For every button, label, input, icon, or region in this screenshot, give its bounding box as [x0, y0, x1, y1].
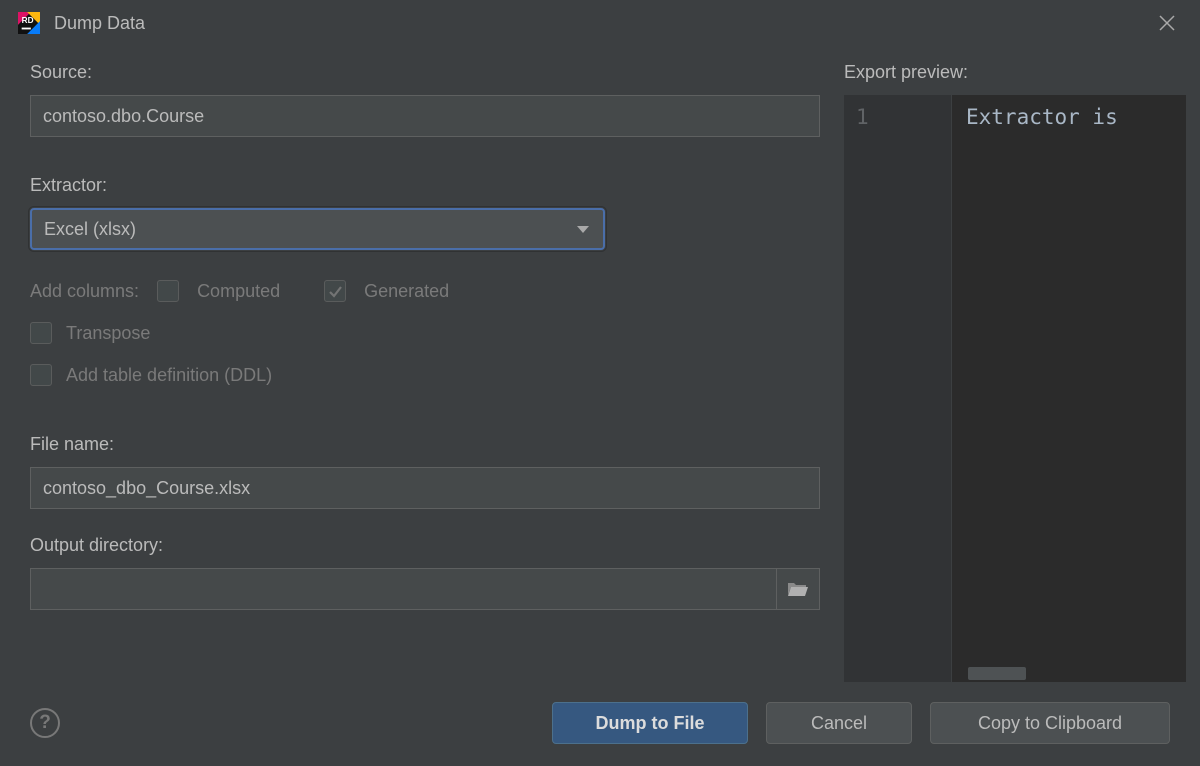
- computed-checkbox[interactable]: [157, 280, 179, 302]
- copy-to-clipboard-button[interactable]: Copy to Clipboard: [930, 702, 1170, 744]
- titlebar: RD Dump Data: [0, 0, 1200, 44]
- generated-checkbox[interactable]: [324, 280, 346, 302]
- browse-directory-button[interactable]: [776, 568, 820, 610]
- filename-label: File name:: [30, 434, 820, 455]
- preview-panel: Export preview: 1 Extractor is: [844, 62, 1186, 682]
- preview-line-number: 1: [856, 105, 937, 129]
- check-icon: [327, 283, 343, 299]
- transpose-row: Transpose: [30, 322, 820, 344]
- preview-editor[interactable]: 1 Extractor is: [844, 95, 1186, 682]
- cancel-button[interactable]: Cancel: [766, 702, 912, 744]
- output-directory-label: Output directory:: [30, 535, 820, 556]
- add-columns-row: Add columns: Computed Generated: [30, 280, 820, 302]
- form-panel: Source: Extractor: Excel (xlsx) Add colu…: [30, 62, 820, 682]
- folder-open-icon: [787, 580, 809, 598]
- extractor-label: Extractor:: [30, 175, 820, 196]
- horizontal-scrollbar-thumb[interactable]: [968, 667, 1026, 680]
- rider-logo-icon: RD: [18, 12, 40, 34]
- add-columns-label: Add columns:: [30, 281, 139, 302]
- preview-line-text: Extractor is: [966, 105, 1178, 129]
- computed-label: Computed: [197, 281, 280, 302]
- ddl-row: Add table definition (DDL): [30, 364, 820, 386]
- dump-to-file-button[interactable]: Dump to File: [552, 702, 748, 744]
- source-input[interactable]: [30, 95, 820, 137]
- footer: ? Dump to File Cancel Copy to Clipboard: [0, 682, 1200, 766]
- dump-data-dialog: RD Dump Data Source: Extractor: Excel (x…: [0, 0, 1200, 766]
- filename-input[interactable]: [30, 467, 820, 509]
- ddl-label: Add table definition (DDL): [66, 365, 272, 386]
- svg-text:RD: RD: [22, 16, 34, 25]
- question-icon: ?: [39, 712, 51, 734]
- close-button[interactable]: [1156, 12, 1178, 34]
- transpose-label: Transpose: [66, 323, 150, 344]
- output-directory-input[interactable]: [30, 568, 776, 610]
- source-label: Source:: [30, 62, 820, 83]
- help-button[interactable]: ?: [30, 708, 60, 738]
- transpose-checkbox[interactable]: [30, 322, 52, 344]
- extractor-select[interactable]: Excel (xlsx): [30, 208, 605, 250]
- dialog-title: Dump Data: [54, 13, 1156, 34]
- preview-body: Extractor is: [952, 95, 1186, 682]
- generated-label: Generated: [364, 281, 449, 302]
- preview-label: Export preview:: [844, 62, 1186, 83]
- preview-gutter: 1: [844, 95, 952, 682]
- content-area: Source: Extractor: Excel (xlsx) Add colu…: [0, 44, 1200, 682]
- ddl-checkbox[interactable]: [30, 364, 52, 386]
- extractor-value: Excel (xlsx): [44, 219, 136, 240]
- close-icon: [1158, 14, 1176, 32]
